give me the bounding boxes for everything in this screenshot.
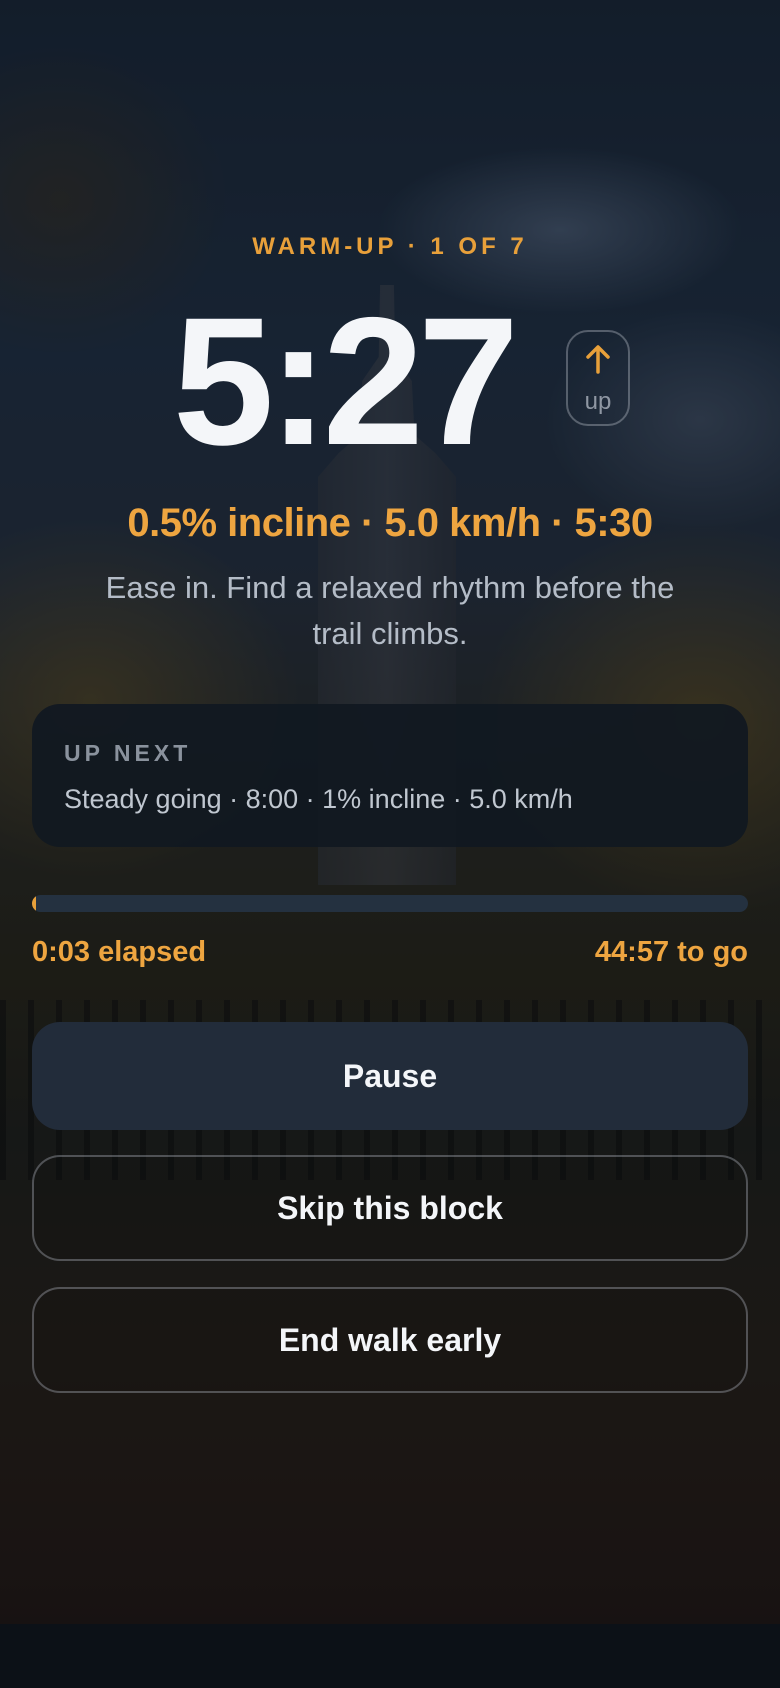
remaining-time: 44:57 to go [594, 936, 748, 968]
pause-button[interactable]: Pause [32, 1022, 748, 1130]
arrow-up-icon [568, 342, 628, 385]
end-walk-button[interactable]: End walk early [32, 1287, 748, 1393]
session-progress-bar [32, 895, 748, 912]
session-content: WARM-UP · 1 OF 7 5:27 up 0.5% incline · … [0, 0, 780, 1624]
skip-block-button[interactable]: Skip this block [32, 1155, 748, 1261]
up-next-card: UP NEXT Steady going · 8:00 · 1% incline… [32, 704, 748, 847]
phase-label: WARM-UP · 1 OF 7 [252, 233, 528, 260]
timer-row: 5:27 up [0, 279, 780, 483]
block-target: 0.5% incline · 5.0 km/h · 5:30 [127, 501, 653, 545]
incline-direction-badge: up [566, 330, 630, 426]
session-progress-fill [32, 895, 37, 912]
coaching-cue: Ease in. Find a relaxed rhythm before th… [105, 570, 675, 651]
bottom-bar [0, 1624, 780, 1688]
up-next-title: UP NEXT [64, 740, 192, 766]
block-countdown: 5:27 [172, 279, 519, 483]
up-next-details: Steady going · 8:00 · 1% incline · 5.0 k… [64, 784, 573, 814]
incline-direction-label: up [584, 388, 612, 415]
walk-session-screen: WARM-UP · 1 OF 7 5:27 up 0.5% incline · … [0, 0, 780, 1688]
elapsed-time: 0:03 elapsed [32, 936, 207, 968]
